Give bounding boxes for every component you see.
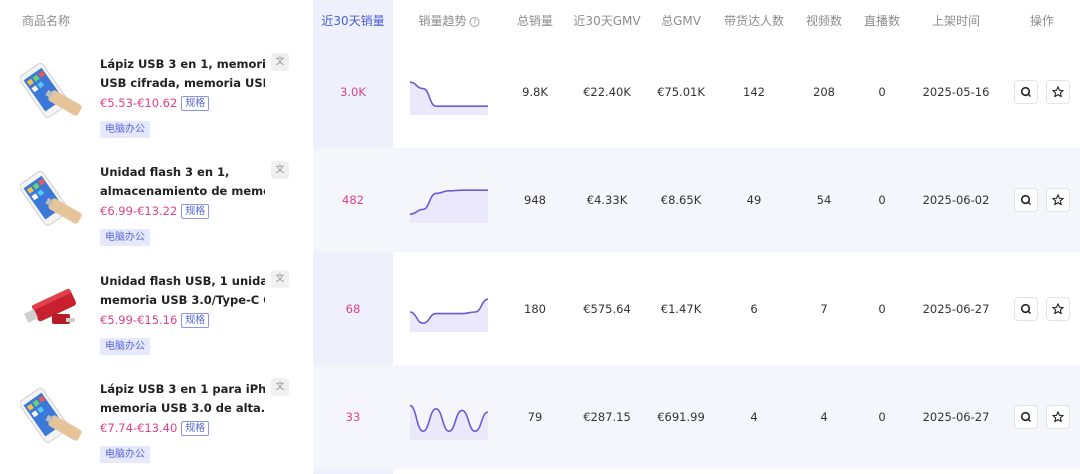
product-price: €7.74-€13.40 规格 — [100, 421, 210, 436]
star-icon — [1052, 86, 1064, 98]
product-thumbnail-usb-flash-gold[interactable] — [20, 380, 90, 450]
table-row[interactable]: Lápiz USB 3 en 1 para iPhone, memoria US… — [0, 365, 1080, 474]
total-gmv-value: €691.99 — [657, 410, 705, 424]
total-gmv-value: €1.47K — [660, 302, 702, 316]
star-icon — [1052, 194, 1064, 206]
header-videos[interactable]: 视频数 — [806, 12, 842, 29]
total-gmv-value: €8.65K — [660, 193, 702, 207]
gmv-30d-value: €287.15 — [583, 410, 631, 424]
star-icon — [1052, 303, 1064, 315]
spec-badge[interactable]: 规格 — [181, 204, 210, 219]
influencers-value: 49 — [746, 193, 762, 207]
product-price: €6.99-€13.22 规格 — [100, 204, 210, 219]
videos-value: 4 — [820, 410, 828, 424]
total-sales-value: 9.8K — [522, 85, 548, 99]
search-button[interactable] — [1014, 297, 1038, 321]
star-icon — [1052, 411, 1064, 423]
listed-date-value: 2025-06-27 — [922, 302, 990, 316]
total-sales-value: 180 — [524, 302, 546, 316]
videos-value: 208 — [813, 85, 835, 99]
favorite-button[interactable] — [1046, 80, 1070, 104]
sparkline-area — [410, 299, 488, 332]
sparkline-area — [410, 190, 488, 223]
table-row[interactable]: Unidad flash USB, 1 unidad, memoria USB … — [0, 257, 1080, 366]
influencers-value: 4 — [750, 410, 758, 424]
product-thumbnail-usb-flash-gold[interactable] — [20, 163, 90, 233]
header-product-name[interactable]: 商品名称 — [22, 12, 70, 29]
lives-value: 0 — [878, 85, 886, 99]
lives-value: 0 — [878, 302, 886, 316]
influencers-value: 142 — [743, 85, 765, 99]
search-button[interactable] — [1014, 188, 1038, 212]
header-sales-30d[interactable]: 近30天销量 — [321, 12, 384, 29]
product-name[interactable]: Lápiz USB 3 en 1 para iPhone, memoria US… — [100, 380, 265, 418]
spec-badge[interactable]: 规格 — [181, 313, 210, 328]
spec-badge[interactable]: 规格 — [181, 421, 210, 436]
gmv-30d-value: €4.33K — [586, 193, 628, 207]
search-icon — [1020, 86, 1031, 97]
product-name[interactable]: Lápiz USB 3 en 1, memoria USB cifrada, m… — [100, 55, 265, 93]
search-icon — [1020, 411, 1031, 422]
category-tag: 电脑办公 — [100, 121, 150, 138]
search-button[interactable] — [1014, 80, 1038, 104]
header-listed-date[interactable]: 上架时间 — [932, 12, 980, 29]
total-gmv-value: €75.01K — [657, 85, 705, 99]
header-total-gmv[interactable]: 总GMV — [661, 12, 701, 29]
category-tag: 电脑办公 — [100, 338, 150, 355]
favorite-button[interactable] — [1046, 405, 1070, 429]
gmv-30d-value: €22.40K — [583, 85, 631, 99]
header-lives[interactable]: 直播数 — [864, 12, 900, 29]
sales-30d-value: 482 — [342, 193, 364, 207]
translate-icon[interactable]: 文 — [271, 270, 289, 288]
table-row[interactable]: Unidad flash 3 en 1, almacenamiento de m… — [0, 148, 1080, 257]
translate-icon[interactable]: 文 — [271, 161, 289, 179]
sales-30d-value: 3.0K — [340, 85, 366, 99]
sparkline-area — [410, 82, 488, 115]
spec-badge[interactable]: 规格 — [181, 96, 210, 111]
header-influencers[interactable]: 带货达人数 — [724, 12, 784, 29]
header-gmv-30d[interactable]: 近30天GMV — [573, 12, 640, 29]
listed-date-value: 2025-06-27 — [922, 410, 990, 424]
listed-date-value: 2025-05-16 — [922, 85, 990, 99]
category-tag: 电脑办公 — [100, 229, 150, 246]
favorite-button[interactable] — [1046, 297, 1070, 321]
product-name[interactable]: Unidad flash USB, 1 unidad, memoria USB … — [100, 272, 265, 310]
favorite-button[interactable] — [1046, 188, 1070, 212]
listed-date-value: 2025-06-02 — [922, 193, 990, 207]
videos-value: 54 — [816, 193, 832, 207]
product-price: €5.53-€10.62 规格 — [100, 96, 210, 111]
product-thumbnail-usb-flash-gold[interactable] — [20, 55, 90, 125]
category-tag: 电脑办公 — [100, 446, 150, 463]
translate-icon[interactable]: 文 — [271, 378, 289, 396]
videos-value: 7 — [820, 302, 828, 316]
lives-value: 0 — [878, 193, 886, 207]
translate-icon[interactable]: 文 — [271, 53, 289, 71]
product-thumbnail-usb-flash-red[interactable] — [20, 272, 90, 342]
sparkline-area — [410, 405, 488, 440]
total-sales-value: 79 — [527, 410, 543, 424]
sales-30d-value: 33 — [345, 410, 361, 424]
search-button[interactable] — [1014, 405, 1038, 429]
sparkline-line — [410, 404, 488, 433]
sales-trend-sparkline — [410, 81, 488, 115]
header-actions: 操作 — [1029, 14, 1055, 28]
gmv-30d-value: €575.64 — [583, 302, 631, 316]
header-sales-trend[interactable]: 销量趋势? — [418, 12, 480, 29]
sales-trend-sparkline — [410, 404, 488, 440]
table-row[interactable]: Lápiz USB 3 en 1, memoria USB cifrada, m… — [0, 40, 1080, 149]
product-price: €5.99-€15.16 规格 — [100, 313, 210, 328]
product-name[interactable]: Unidad flash 3 en 1, almacenamiento de m… — [100, 163, 265, 201]
table-header: 商品名称 近30天销量 销量趋势? 总销量 近30天GMV 总GMV 带货达人数… — [0, 0, 1080, 40]
header-total-sales[interactable]: 总销量 — [517, 12, 553, 29]
sales-trend-sparkline — [410, 189, 488, 223]
total-sales-value: 948 — [524, 193, 546, 207]
influencers-value: 6 — [750, 302, 758, 316]
lives-value: 0 — [878, 410, 886, 424]
sales-trend-sparkline — [410, 298, 488, 332]
search-icon — [1020, 194, 1031, 205]
question-circle-icon[interactable]: ? — [469, 17, 480, 27]
sales-30d-value: 68 — [345, 302, 361, 316]
search-icon — [1020, 303, 1031, 314]
